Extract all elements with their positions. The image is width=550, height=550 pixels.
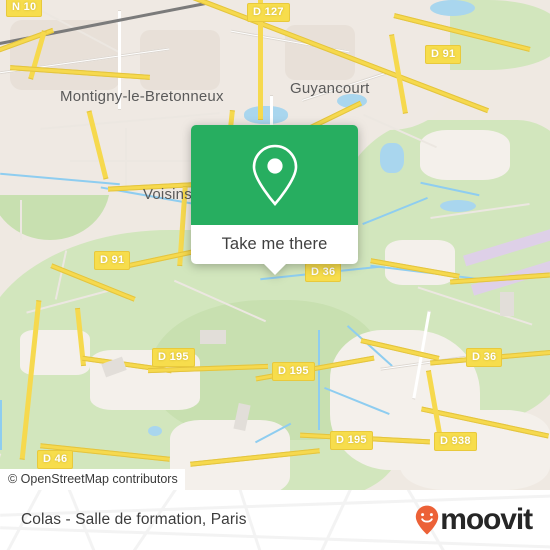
map-road-shield: N 10 [6,0,43,17]
moovit-wordmark: moovit [440,503,533,536]
map-stream [318,330,320,430]
map-road-shield: D 127 [247,3,290,22]
map-road-shield: D 91 [425,45,462,64]
map-road-shield: D 195 [272,362,315,381]
map-building [500,292,514,316]
popup-pin-area [191,125,358,225]
map-water-body [430,0,475,16]
map-minor-road [70,160,210,162]
map-road-shield: D 938 [434,432,477,451]
map-place-label: Voisins- [143,186,198,203]
map-minor-road [125,128,127,188]
map-road-shield: D 195 [330,431,373,450]
map-place-label: Montigny-le-Bretonneux [60,88,224,105]
map-building [200,330,226,344]
map-water-body [244,106,288,124]
footer-bar: Colas - Salle de formation, Paris moovit [0,490,550,550]
location-title: Colas - Salle de formation, Paris [21,511,247,528]
map-water-body [380,143,404,173]
take-me-there-label: Take me there [221,235,328,253]
map-road-shield: D 36 [305,263,342,282]
map-pin-icon [252,144,297,206]
location-popup-card[interactable]: Take me there [191,125,358,275]
map-landuse-urban [420,130,510,180]
map-screenshot: Montigny-le-Bretonneux Guyancourt Voisins-… [0,0,550,550]
osm-attribution[interactable]: © OpenStreetMap contributors [0,469,185,490]
popup-tail [263,264,286,275]
map-road-shield: D 91 [94,251,131,270]
map-minor-road [20,200,22,240]
map-landuse-residential [140,30,220,90]
moovit-logo[interactable]: moovit [415,503,533,536]
moovit-pin-smiley-icon [416,505,439,535]
map-place-label: Guyancourt [290,80,370,97]
map-water-body [148,426,162,436]
map-road-shield: D 46 [37,450,74,469]
map-stream [0,400,2,450]
popup-action-bar[interactable]: Take me there [191,225,358,275]
map-road-shield: D 36 [466,348,503,367]
map-road-shield: D 195 [152,348,195,367]
